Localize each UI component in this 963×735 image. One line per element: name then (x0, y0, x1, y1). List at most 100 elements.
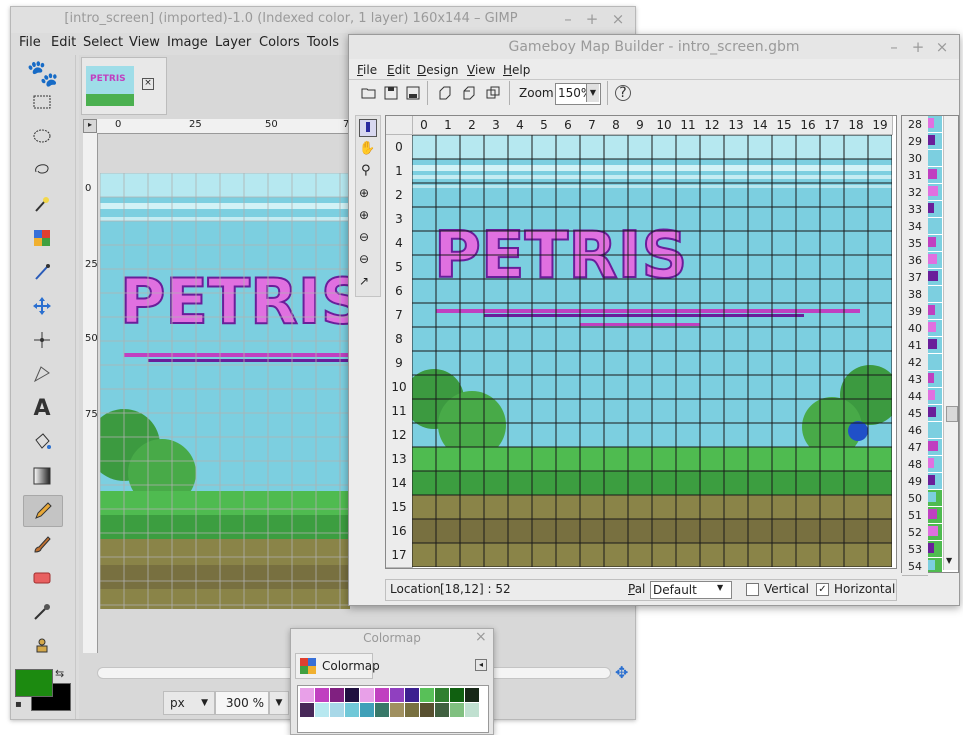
gimp-menu-layer[interactable]: Layer (215, 35, 251, 50)
vertical-checkbox[interactable] (746, 583, 759, 596)
tile-number[interactable]: 44 (902, 388, 928, 406)
tile-number[interactable]: 31 (902, 167, 928, 185)
colormap-swatch[interactable] (345, 688, 359, 702)
colormap-swatch[interactable] (465, 688, 479, 702)
colormap-swatch[interactable] (375, 688, 389, 702)
gbmb-minimize-button[interactable]: – (885, 38, 903, 56)
tile-number[interactable]: 37 (902, 269, 928, 287)
gimp-titlebar[interactable]: [intro_screen] (imported)-1.0 (Indexed c… (11, 7, 635, 33)
colormap-swatch[interactable] (345, 703, 359, 717)
tile-number[interactable]: 43 (902, 371, 928, 389)
gimp-menu-tools[interactable]: Tools (307, 35, 339, 50)
chevron-down-icon[interactable]: ▼ (717, 583, 723, 592)
tile-number[interactable]: 35 (902, 235, 928, 253)
map-grid[interactable]: 0 1 2 3 4 5 6 7 8 9 10 11 12 13 14 15 16 17 18 19 012345678… (385, 115, 897, 569)
paths-icon[interactable] (23, 257, 61, 287)
dropper-tool-icon[interactable]: ⚲ (361, 163, 371, 178)
tile-number[interactable]: 46 (902, 422, 928, 440)
color-picker-icon[interactable] (23, 597, 61, 627)
zoom-dropdown-button[interactable]: ▼ (269, 691, 289, 715)
colormap-swatch[interactable] (300, 688, 314, 702)
gbmb-close-button[interactable]: × (933, 38, 951, 56)
tile-number[interactable]: 53 (902, 541, 928, 559)
gimp-menu-image[interactable]: Image (167, 35, 208, 50)
colormap-swatch[interactable] (375, 703, 389, 717)
paste-icon[interactable] (459, 83, 479, 103)
image-tab-close-icon[interactable]: × (142, 78, 154, 90)
tile-number[interactable]: 28 (902, 116, 928, 134)
save-as-icon[interactable] (403, 83, 423, 103)
tile-number[interactable]: 38 (902, 286, 928, 304)
tile-number[interactable]: 36 (902, 252, 928, 270)
colormap-swatch[interactable] (405, 688, 419, 702)
tile-number[interactable]: 32 (902, 184, 928, 202)
delete-row-icon[interactable]: ⊖ (359, 230, 369, 244)
tile-number[interactable]: 45 (902, 405, 928, 423)
zoom-select[interactable]: 150% ▼ (555, 83, 601, 105)
tile-number[interactable]: 42 (902, 354, 928, 372)
tile-number[interactable]: 51 (902, 507, 928, 525)
horizontal-checkbox[interactable]: ✓ (816, 583, 829, 596)
ellipse-select-icon[interactable] (23, 121, 61, 151)
gbmb-maximize-button[interactable]: + (909, 38, 927, 56)
text-icon[interactable]: A (23, 393, 61, 423)
save-icon[interactable] (381, 83, 401, 103)
scrollbar-thumb[interactable] (946, 406, 958, 422)
gimp-menu-file[interactable]: File (19, 35, 41, 50)
colormap-swatch[interactable] (420, 688, 434, 702)
colormap-swatch[interactable] (435, 688, 449, 702)
tile-number[interactable]: 40 (902, 320, 928, 338)
tile-number[interactable]: 39 (902, 303, 928, 321)
tile-number[interactable]: 29 (902, 133, 928, 151)
help-icon[interactable]: ? (615, 85, 631, 101)
tile-number[interactable]: 52 (902, 524, 928, 542)
move-icon[interactable] (23, 291, 61, 321)
tile-number[interactable]: 49 (902, 473, 928, 491)
pen-tool-icon[interactable] (359, 119, 377, 137)
tile-number[interactable]: 54 (902, 558, 928, 576)
colormap-swatch[interactable] (390, 688, 404, 702)
colormap-swatch[interactable] (330, 688, 344, 702)
colormap-swatch[interactable] (315, 688, 329, 702)
open-icon[interactable] (359, 83, 379, 103)
colormap-swatch[interactable] (405, 703, 419, 717)
gimp-image-canvas[interactable]: PETRIS (100, 173, 350, 609)
clone-icon[interactable] (23, 631, 61, 661)
map-canvas[interactable]: PETRIS (412, 135, 892, 567)
paintbrush-icon[interactable] (23, 529, 61, 559)
colormap-swatch[interactable] (330, 703, 344, 717)
colormap-swatch[interactable] (420, 703, 434, 717)
tile-number[interactable]: 48 (902, 456, 928, 474)
bucket-fill-icon[interactable] (23, 427, 61, 457)
tile-list-scrollbar[interactable]: ▼ (943, 116, 958, 570)
gimp-menu-view[interactable]: View (129, 35, 160, 50)
gbmb-menu-help[interactable]: Help (503, 63, 530, 77)
tile-previews[interactable] (928, 116, 942, 572)
gimp-maximize-button[interactable]: + (583, 10, 601, 28)
gimp-foreground-color-swatch[interactable] (15, 669, 53, 697)
scroll-down-icon[interactable]: ▼ (946, 556, 952, 565)
gbmb-titlebar[interactable]: Gameboy Map Builder - intro_screen.gbm –… (349, 35, 959, 59)
flood-fill-icon[interactable]: ↗ (359, 274, 369, 288)
palette-select[interactable]: Default ▼ (650, 581, 732, 599)
gradient-icon[interactable] (23, 461, 61, 491)
duplicate-icon[interactable] (483, 83, 503, 103)
eraser-icon[interactable] (23, 563, 61, 593)
gimp-menu-select[interactable]: Select (83, 35, 123, 50)
colormap-swatch[interactable] (435, 703, 449, 717)
unit-selector[interactable]: px ▼ (163, 691, 215, 715)
colormap-swatches[interactable] (297, 685, 489, 733)
tile-number[interactable]: 30 (902, 150, 928, 168)
align-icon[interactable] (23, 325, 61, 355)
tile-number[interactable]: 50 (902, 490, 928, 508)
copy-icon[interactable] (435, 83, 455, 103)
chevron-down-icon[interactable]: ▼ (586, 84, 599, 102)
colormap-close-button[interactable]: × (475, 629, 487, 645)
lasso-icon[interactable] (23, 155, 61, 185)
pencil-icon[interactable] (23, 495, 63, 527)
image-tab[interactable]: PETRIS × (81, 57, 167, 115)
gbmb-menu-file[interactable]: File (357, 63, 377, 77)
insert-row-icon[interactable]: ⊕ (359, 186, 369, 200)
delete-column-icon[interactable]: ⊖ (359, 252, 369, 266)
colormap-swatch[interactable] (450, 703, 464, 717)
